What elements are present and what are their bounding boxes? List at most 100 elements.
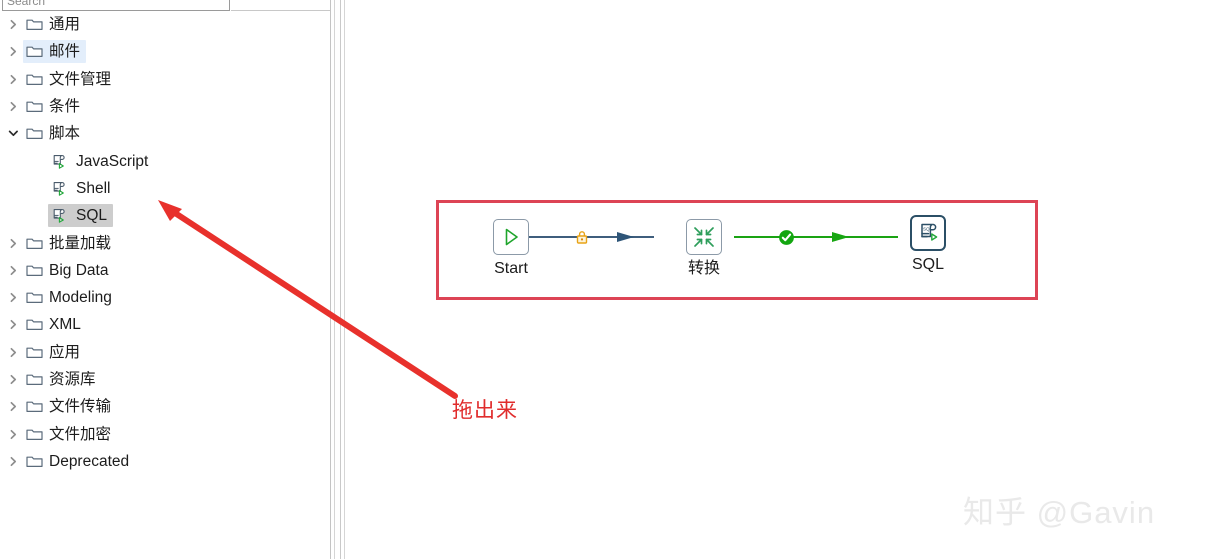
chevron-right-icon[interactable] — [3, 101, 23, 112]
tree-item-文件传输[interactable]: 文件传输 — [0, 393, 330, 420]
canvas-node-sql[interactable]: SQL SQL — [898, 215, 958, 274]
chevron-down-icon[interactable] — [3, 128, 23, 139]
chevron-right-icon[interactable] — [3, 74, 23, 85]
folder-icon — [23, 44, 45, 59]
transformation-entry-icon[interactable] — [686, 219, 722, 255]
check-circle-icon[interactable] — [777, 228, 795, 246]
tree-item-批量加载[interactable]: 批量加载 — [0, 229, 330, 256]
tree-item-label: 应用 — [49, 343, 81, 361]
design-palette-panel: 通用邮件文件管理条件脚本 JavaScript Shell SQL 批量加载 Big Da… — [0, 0, 330, 559]
tree-item-hit[interactable]: Shell — [48, 177, 116, 200]
job-canvas[interactable]: Start 转换 SQL SQL — [345, 0, 1231, 559]
canvas-node-transform[interactable]: 转换 — [674, 219, 734, 278]
chevron-right-icon[interactable] — [3, 292, 23, 303]
tree-item-邮件[interactable]: 邮件 — [0, 38, 330, 65]
tree-item-hit[interactable]: 批量加载 — [23, 232, 117, 255]
tree-item-label: Shell — [76, 179, 111, 197]
tree-item-modeling[interactable]: Modeling — [0, 284, 330, 311]
folder-icon — [23, 263, 45, 278]
tree-item-文件管理[interactable]: 文件管理 — [0, 66, 330, 93]
tree-item-label: 文件传输 — [49, 398, 112, 416]
chevron-right-icon[interactable] — [3, 238, 23, 249]
tree-item-label: 文件加密 — [49, 425, 112, 443]
script-file-icon — [48, 153, 70, 170]
tree-item-hit[interactable]: 文件加密 — [23, 423, 117, 446]
chevron-right-icon[interactable] — [3, 374, 23, 385]
node-label-start: Start — [494, 260, 528, 277]
tree-item-hit[interactable]: 应用 — [23, 341, 86, 364]
folder-icon — [23, 399, 45, 414]
tree-item-label: 批量加载 — [49, 234, 112, 252]
tree-item-应用[interactable]: 应用 — [0, 339, 330, 366]
palette-tree[interactable]: 通用邮件文件管理条件脚本 JavaScript Shell SQL 批量加载 Big Da… — [0, 11, 330, 559]
tree-item-label: Deprecated — [49, 452, 130, 470]
script-file-icon — [48, 180, 70, 197]
tree-item-hit[interactable]: SQL — [48, 204, 114, 228]
tree-item-label: 资源库 — [49, 371, 96, 388]
canvas-node-start[interactable]: Start — [481, 219, 541, 278]
hop-transform-to-sql[interactable] — [734, 236, 898, 238]
tree-item-hit[interactable]: 文件传输 — [23, 395, 117, 418]
folder-icon — [23, 317, 45, 332]
tree-item-hit[interactable]: XML — [23, 313, 87, 336]
tree-item-label: JavaScript — [76, 152, 149, 170]
hop-arrowhead-1 — [616, 229, 638, 245]
tree-item-hit[interactable]: 文件管理 — [23, 68, 117, 91]
tree-item-hit[interactable]: 邮件 — [23, 40, 87, 64]
chevron-right-icon[interactable] — [3, 401, 23, 412]
chevron-right-icon[interactable] — [3, 46, 23, 57]
tree-item-hit[interactable]: Modeling — [23, 286, 118, 309]
tree-item-hit[interactable]: Deprecated — [23, 450, 135, 473]
tree-item-hit[interactable]: 资源库 — [23, 368, 102, 391]
chevron-right-icon[interactable] — [3, 429, 23, 440]
tree-item-文件加密[interactable]: 文件加密 — [0, 420, 330, 447]
folder-icon — [23, 17, 45, 32]
node-label-sql: SQL — [911, 256, 944, 273]
annotation-text: 拖出来 — [452, 399, 518, 422]
script-file-icon — [48, 207, 70, 224]
tree-item-javascript[interactable]: JavaScript — [0, 147, 330, 174]
tree-item-hit[interactable]: 通用 — [23, 13, 86, 36]
tree-item-条件[interactable]: 条件 — [0, 93, 330, 120]
tree-item-label: SQL — [76, 207, 108, 225]
tree-item-hit[interactable]: 脚本 — [23, 122, 86, 145]
node-label-transform: 转换 — [687, 260, 720, 277]
tree-item-xml[interactable]: XML — [0, 311, 330, 338]
folder-icon — [23, 72, 45, 87]
folder-icon — [23, 345, 45, 360]
sql-script-icon: SQL — [921, 223, 938, 241]
tree-item-label: 通用 — [49, 16, 81, 34]
tree-item-hit[interactable]: 条件 — [23, 95, 86, 118]
chevron-right-icon[interactable] — [3, 265, 23, 276]
tree-item-label: 条件 — [49, 98, 81, 116]
tree-item-label: XML — [49, 316, 81, 334]
tree-item-hit[interactable]: Big Data — [23, 259, 114, 282]
tree-item-label: 文件管理 — [49, 70, 112, 88]
chevron-right-icon[interactable] — [3, 319, 23, 330]
search-bar-filler — [231, 0, 330, 11]
tree-item-脚本[interactable]: 脚本 — [0, 120, 330, 147]
tree-item-资源库[interactable]: 资源库 — [0, 366, 330, 393]
sql-entry-icon[interactable]: SQL — [910, 215, 946, 251]
tree-item-hit[interactable]: JavaScript — [48, 150, 154, 173]
tree-item-shell[interactable]: Shell — [0, 175, 330, 202]
folder-icon — [23, 126, 45, 141]
tree-item-label: Big Data — [49, 261, 109, 279]
search-input[interactable] — [2, 0, 230, 11]
tree-item-deprecated[interactable]: Deprecated — [0, 448, 330, 475]
watermark: 知乎 @Gavin — [963, 495, 1156, 530]
chevron-right-icon[interactable] — [3, 347, 23, 358]
panel-divider-3[interactable] — [340, 0, 341, 559]
tree-item-label: Modeling — [49, 289, 112, 307]
tree-item-label: 邮件 — [49, 43, 81, 61]
tree-item-通用[interactable]: 通用 — [0, 11, 330, 38]
panel-divider-1 — [330, 0, 331, 559]
lock-icon[interactable] — [573, 228, 591, 246]
chevron-right-icon[interactable] — [3, 19, 23, 30]
folder-icon — [23, 290, 45, 305]
chevron-right-icon[interactable] — [3, 456, 23, 467]
tree-item-big-data[interactable]: Big Data — [0, 257, 330, 284]
tree-item-sql[interactable]: SQL — [0, 202, 330, 229]
start-entry-icon[interactable] — [493, 219, 529, 255]
app-window: 通用邮件文件管理条件脚本 JavaScript Shell SQL 批量加载 Big Da… — [0, 0, 1231, 559]
